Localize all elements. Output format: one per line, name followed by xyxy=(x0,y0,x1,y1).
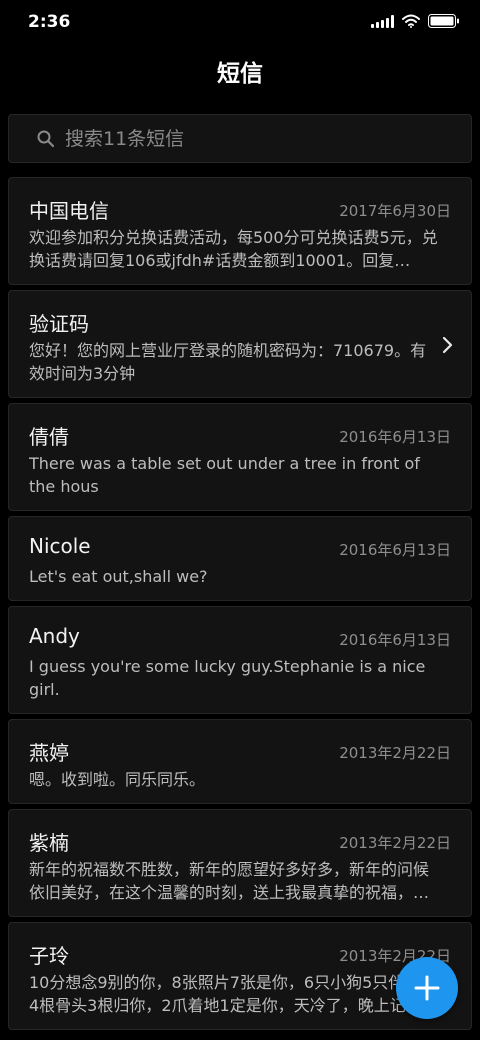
new-message-button[interactable] xyxy=(396,957,458,1019)
message-preview: 新年的祝福数不胜数，新年的愿望好多好多，新年的问候依旧美好，在这个温馨的时刻，送… xyxy=(29,860,430,902)
search-input[interactable] xyxy=(65,125,455,153)
message-item[interactable]: 燕婷 2013年2月22日 嗯。收到啦。同乐同乐。 xyxy=(8,719,472,804)
signal-icon xyxy=(371,14,394,28)
status-bar: 2:36 xyxy=(0,0,480,44)
message-date: 2016年6月13日 xyxy=(339,541,451,559)
battery-icon xyxy=(428,14,460,28)
message-item[interactable]: 倩倩 2016年6月13日 There was a table set out … xyxy=(8,403,472,511)
message-preview: 嗯。收到啦。同乐同乐。 xyxy=(29,770,206,789)
message-item[interactable]: 中国电信 2017年6月30日 欢迎参加积分兑换话费活动，每500分可兑换话费5… xyxy=(8,177,472,285)
status-icons xyxy=(371,14,460,28)
message-item[interactable]: 紫楠 2013年2月22日 新年的祝福数不胜数，新年的愿望好多好多，新年的问候依… xyxy=(8,809,472,917)
wifi-icon xyxy=(402,14,420,28)
message-sender: 倩倩 xyxy=(29,425,69,449)
chevron-right-icon[interactable] xyxy=(441,336,453,358)
message-preview: 欢迎参加积分兑换话费活动，每500分可兑换话费5元，兑换话费请回复106或jfd… xyxy=(29,228,438,270)
message-preview: I guess you're some lucky guy.Stephanie … xyxy=(29,657,426,699)
message-preview: 您好！您的网上营业厅登录的随机密码为：710679。有效时间为3分钟 xyxy=(29,341,427,383)
message-sender: 紫楠 xyxy=(29,831,69,855)
message-item[interactable]: 验证码 您好！您的网上营业厅登录的随机密码为：710679。有效时间为3分钟 xyxy=(8,290,472,398)
message-preview: 10分想念9别的你，8张照片7张是你，6只小狗5只伴你，4根骨头3根归你，2爪着… xyxy=(29,973,438,1015)
message-sender: Andy xyxy=(29,624,80,648)
message-preview: There was a table set out under a tree i… xyxy=(29,454,420,496)
message-sender: 验证码 xyxy=(29,312,89,336)
search-box[interactable] xyxy=(8,114,472,163)
message-date: 2016年6月13日 xyxy=(339,428,451,446)
message-date: 2013年2月22日 xyxy=(339,834,451,852)
search-icon xyxy=(37,130,55,152)
plus-icon xyxy=(414,975,440,1001)
page-title: 短信 xyxy=(217,61,263,87)
message-sender: 燕婷 xyxy=(29,741,69,765)
message-date: 2016年6月13日 xyxy=(339,631,451,649)
status-time: 2:36 xyxy=(28,12,71,32)
message-sender: 子玲 xyxy=(29,944,69,968)
message-item[interactable]: Nicole 2016年6月13日 Let's eat out,shall we… xyxy=(8,516,472,601)
message-sender: Nicole xyxy=(29,534,91,558)
message-date: 2017年6月30日 xyxy=(339,202,451,220)
message-item[interactable]: Andy 2016年6月13日 I guess you're some luck… xyxy=(8,606,472,714)
message-sender: 中国电信 xyxy=(29,199,109,223)
message-date: 2013年2月22日 xyxy=(339,744,451,762)
message-preview: Let's eat out,shall we? xyxy=(29,567,208,586)
